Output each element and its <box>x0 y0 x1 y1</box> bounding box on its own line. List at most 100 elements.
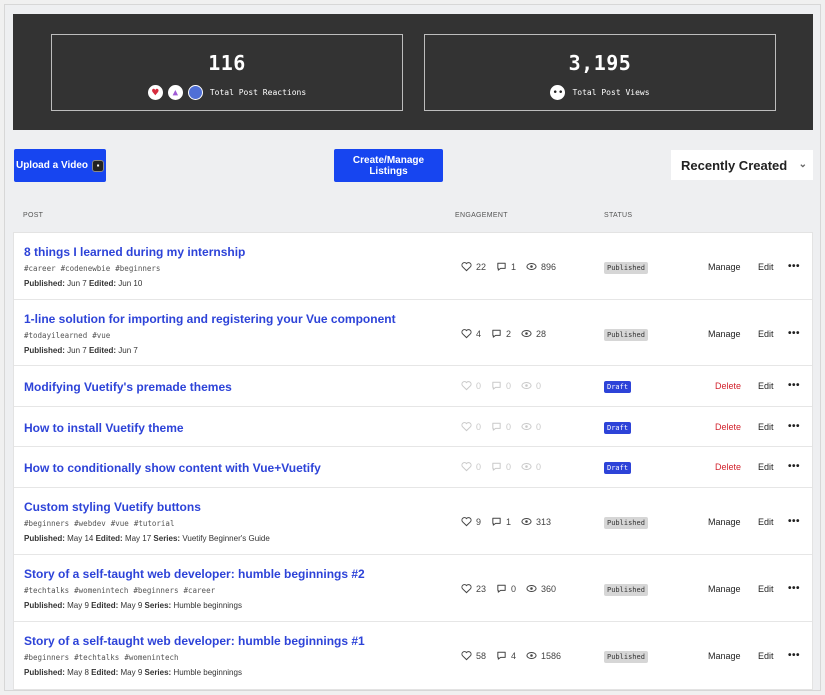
tag-link[interactable]: #vue <box>92 331 110 340</box>
edit-button[interactable]: Edit <box>758 462 774 472</box>
eyes-icon: •• <box>550 85 566 100</box>
tag-link[interactable]: #todayilearned <box>24 331 87 340</box>
tag-link[interactable]: #techtalks <box>74 653 119 662</box>
heart-icon: ♥ <box>147 85 163 100</box>
delete-button[interactable]: Delete <box>715 462 741 472</box>
chevron-down-icon: ⌄ <box>798 159 807 170</box>
manage-listings-button[interactable]: Create/Manage Listings <box>334 149 443 182</box>
more-options-icon[interactable]: ••• <box>788 583 800 594</box>
more-options-icon[interactable]: ••• <box>788 328 800 339</box>
edit-button[interactable]: Edit <box>758 329 774 339</box>
engagement-stats: 0 0 0 <box>461 461 551 472</box>
post-title-link[interactable]: 8 things I learned during my internship <box>24 245 245 259</box>
post-title-link[interactable]: Modifying Vuetify's premade themes <box>24 380 232 394</box>
meta-value: May 9 <box>67 601 89 610</box>
more-options-icon[interactable]: ••• <box>788 421 800 432</box>
edit-button[interactable]: Edit <box>758 262 774 272</box>
comment-icon <box>491 421 502 432</box>
post-title-link[interactable]: How to conditionally show content with V… <box>24 461 321 475</box>
tag-link[interactable]: #webdev <box>74 519 106 528</box>
manage-button[interactable]: Manage <box>708 329 741 339</box>
heart-icon <box>461 516 472 527</box>
meta-value: Humble beginnings <box>173 668 242 677</box>
tag-link[interactable]: #womenintech <box>124 653 178 662</box>
tag-link[interactable]: #beginners <box>115 264 160 273</box>
engagement-stats: 58 4 1586 <box>461 650 571 661</box>
manage-button[interactable]: Manage <box>708 517 741 527</box>
unicorn-icon: ▲ <box>167 85 183 100</box>
edit-button[interactable]: Edit <box>758 517 774 527</box>
status-badge: Draft <box>604 422 632 434</box>
views-count: 28 <box>536 328 547 339</box>
heart-icon <box>461 380 472 391</box>
column-engagement: ENGAGEMENT <box>455 212 508 219</box>
tag-link[interactable]: #techtalks <box>24 586 69 595</box>
comments-count: 2 <box>506 328 512 339</box>
tag-link[interactable]: #beginners <box>24 653 69 662</box>
tag-link[interactable]: #beginners <box>133 586 178 595</box>
post-tags: #beginners #webdev #vue #tutorial <box>24 519 179 528</box>
post-title-link[interactable]: How to install Vuetify theme <box>24 421 184 435</box>
likes-count: 0 <box>476 421 482 432</box>
engagement-stats: 9 1 313 <box>461 516 561 527</box>
eye-icon <box>521 421 532 432</box>
tag-link[interactable]: #codenewbie <box>61 264 111 273</box>
comments-count: 0 <box>506 421 512 432</box>
post-title-link[interactable]: 1-line solution for importing and regist… <box>24 312 396 326</box>
meta-label: Published: <box>24 346 65 355</box>
more-options-icon[interactable]: ••• <box>788 461 800 472</box>
post-title-link[interactable]: Custom styling Vuetify buttons <box>24 500 201 514</box>
likes-count: 9 <box>476 516 482 527</box>
more-options-icon[interactable]: ••• <box>788 380 800 391</box>
edit-button[interactable]: Edit <box>758 422 774 432</box>
edit-button[interactable]: Edit <box>758 584 774 594</box>
meta-label: Series: <box>144 668 172 677</box>
stats-panel: 116 ♥ ▲ Total Post Reactions 3,195 •• To… <box>13 14 813 130</box>
table-row: How to install Vuetify theme 0 0 0 Draft Dele… <box>14 407 812 447</box>
manage-button[interactable]: Manage <box>708 584 741 594</box>
status-badge: Published <box>604 584 648 596</box>
post-tags: #beginners #techtalks #womenintech <box>24 653 184 662</box>
post-title-link[interactable]: Story of a self-taught web developer: hu… <box>24 634 365 648</box>
table-row: Modifying Vuetify's premade themes 0 0 0 Dra… <box>14 366 812 407</box>
status-badge: Published <box>604 651 648 663</box>
upload-video-label: Upload a Video <box>15 160 89 171</box>
manage-button[interactable]: Manage <box>708 651 741 661</box>
delete-button[interactable]: Delete <box>715 381 741 391</box>
post-title-link[interactable]: Story of a self-taught web developer: hu… <box>24 567 365 581</box>
delete-button[interactable]: Delete <box>715 422 741 432</box>
meta-value: May 14 <box>67 534 94 543</box>
status-badge: Published <box>604 329 648 341</box>
tag-link[interactable]: #career <box>24 264 56 273</box>
more-options-icon[interactable]: ••• <box>788 516 800 527</box>
tag-link[interactable]: #tutorial <box>134 519 175 528</box>
meta-label: Published: <box>24 601 65 610</box>
meta-value: Vuetify Beginner's Guide <box>182 534 270 543</box>
eye-icon <box>526 583 537 594</box>
views-count: 0 <box>536 461 542 472</box>
engagement-stats: 22 1 896 <box>461 261 566 272</box>
tag-link[interactable]: #womenintech <box>74 586 128 595</box>
meta-value: Humble beginnings <box>173 601 242 610</box>
table-row: How to conditionally show content with V… <box>14 447 812 488</box>
table-row: 1-line solution for importing and regist… <box>14 300 812 366</box>
more-options-icon[interactable]: ••• <box>788 650 800 661</box>
meta-value: Jun 10 <box>118 279 143 288</box>
table-row: Story of a self-taught web developer: hu… <box>14 622 812 689</box>
tag-link[interactable]: #career <box>184 586 216 595</box>
more-options-icon[interactable]: ••• <box>788 261 800 272</box>
meta-label: Series: <box>144 601 172 610</box>
tag-link[interactable]: #vue <box>111 519 129 528</box>
sort-select[interactable]: Recently Created ⌄ <box>671 150 813 180</box>
upload-video-button[interactable]: Upload a Video ▪ <box>14 149 106 182</box>
status-badge: Draft <box>604 381 632 393</box>
meta-label: Edited: <box>91 668 119 677</box>
views-stat: 3,195 •• Total Post Views <box>424 34 776 111</box>
edit-button[interactable]: Edit <box>758 381 774 391</box>
edit-button[interactable]: Edit <box>758 651 774 661</box>
camera-icon: ▪ <box>92 159 105 172</box>
tag-link[interactable]: #beginners <box>24 519 69 528</box>
post-meta: Published: May 8 Edited: May 9 Series: H… <box>24 668 242 677</box>
manage-button[interactable]: Manage <box>708 262 741 272</box>
table-row: Story of a self-taught web developer: hu… <box>14 555 812 622</box>
